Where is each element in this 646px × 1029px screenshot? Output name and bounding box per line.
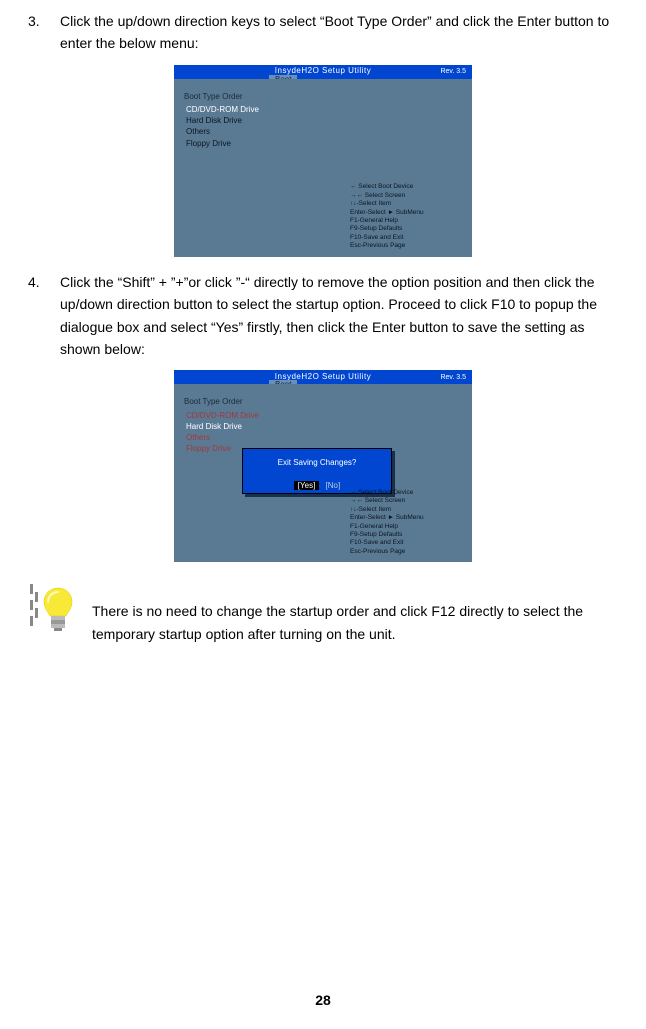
bios1-titlebar: InsydeH2O Setup Utility Rev. 3.5 xyxy=(174,65,472,79)
bios1-help-7: Esc-Previous Page xyxy=(350,242,466,250)
bios2-help-7: Esc-Previous Page xyxy=(350,548,466,556)
note-text: There is no need to change the startup o… xyxy=(92,582,618,645)
note-block: There is no need to change the startup o… xyxy=(28,582,618,645)
bios1-entry-0: CD/DVD-ROM Drive xyxy=(184,104,462,115)
bios2-help: ← Select Boot Device →← Select Screen ↑↓… xyxy=(350,489,466,557)
bios1-help-6: F10-Save and Exit xyxy=(350,234,466,242)
step-4-number: 4. xyxy=(28,271,48,361)
step-3-number: 3. xyxy=(28,10,48,55)
bios2-dialog-title: Exit Saving Changes? xyxy=(243,449,391,470)
bios2-revision: Rev. 3.5 xyxy=(440,372,466,383)
bios1-help-2: ↑↓-Select Item xyxy=(350,200,466,208)
bios1-entry-2: Others xyxy=(184,126,462,137)
bios2-entry-0: CD/DVD-ROM Drive xyxy=(184,410,462,421)
bios2-dialog: Exit Saving Changes? [Yes] [No] xyxy=(242,448,392,494)
bios2-help-4: F1-General Help xyxy=(350,523,466,531)
bios1-help-3: Enter-Select ► SubMenu xyxy=(350,209,466,217)
bios2-titlebar: InsydeH2O Setup Utility Rev. 3.5 xyxy=(174,370,472,384)
bios1-help: ← Select Boot Device →← Select Screen ↑↓… xyxy=(350,183,466,251)
page-number: 28 xyxy=(0,989,646,1011)
bios1-help-0: ← Select Boot Device xyxy=(350,183,466,191)
bios1-entry-3: Floppy Drive xyxy=(184,138,462,149)
bios2-help-6: F10-Save and Exit xyxy=(350,539,466,547)
bios1-entry-1: Hard Disk Drive xyxy=(184,115,462,126)
bios2-dialog-yes: [Yes] xyxy=(294,481,320,490)
bios2-entry-2: Others xyxy=(184,432,462,443)
bios1-revision: Rev. 3.5 xyxy=(440,66,466,77)
bios2-section-title: Boot Type Order xyxy=(184,396,462,407)
bios2-help-3: Enter-Select ► SubMenu xyxy=(350,514,466,522)
bios1-menu: Boot Type Order CD/DVD-ROM Drive Hard Di… xyxy=(174,79,472,159)
bios1-help-1: →← Select Screen xyxy=(350,192,466,200)
bios1-section-title: Boot Type Order xyxy=(184,91,462,102)
step-4-text: Click the “Shift” + ”+”or click ”-“ dire… xyxy=(60,271,618,361)
bios-screenshot-1: InsydeH2O Setup Utility Rev. 3.5 Boot Bo… xyxy=(174,65,472,257)
bios-screenshot-2: InsydeH2O Setup Utility Rev. 3.5 Boot Bo… xyxy=(174,370,472,562)
step-3-text: Click the up/down direction keys to sele… xyxy=(60,10,618,55)
step-3: 3. Click the up/down direction keys to s… xyxy=(28,10,618,55)
bios2-dialog-no: [No] xyxy=(326,481,341,490)
bios1-help-4: F1-General Help xyxy=(350,217,466,225)
bios2-help-5: F9-Setup Defaults xyxy=(350,531,466,539)
lightbulb-icon xyxy=(28,582,78,640)
bios1-help-5: F9-Setup Defaults xyxy=(350,225,466,233)
bios2-help-1: →← Select Screen xyxy=(350,497,466,505)
bios2-help-2: ↑↓-Select Item xyxy=(350,506,466,514)
bios2-body: Boot Type Order CD/DVD-ROM Drive Hard Di… xyxy=(174,384,472,562)
bios2-help-0: ← Select Boot Device xyxy=(350,489,466,497)
bios1-body: Boot Type Order CD/DVD-ROM Drive Hard Di… xyxy=(174,79,472,257)
step-4: 4. Click the “Shift” + ”+”or click ”-“ d… xyxy=(28,271,618,361)
bios2-entry-1: Hard Disk Drive xyxy=(184,421,462,432)
